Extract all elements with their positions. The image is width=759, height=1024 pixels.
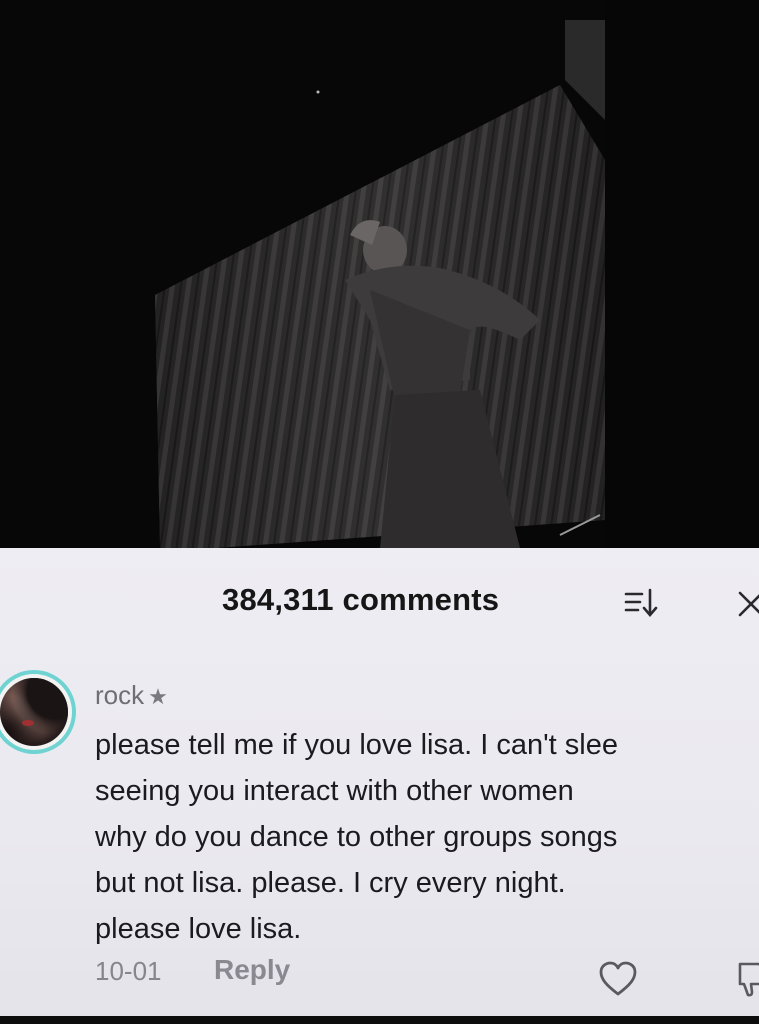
comment-line: but not lisa. please. I cry every night. [95, 867, 566, 899]
username-text: rock [95, 680, 145, 710]
comments-sheet: 384,311 comments rock ★ please tell me if… [0, 548, 759, 1024]
dislike-icon[interactable] [736, 960, 759, 998]
comment-line: please love lisa. [95, 913, 302, 945]
comment-username[interactable]: rock ★ [95, 680, 168, 711]
avatar[interactable] [0, 670, 76, 754]
video-frame [0, 0, 759, 548]
reply-button[interactable]: Reply [214, 954, 290, 986]
video-player[interactable] [0, 0, 759, 548]
sort-icon[interactable] [624, 586, 660, 620]
avatar-photo [0, 678, 68, 746]
comment-date: 10-01 [95, 956, 162, 986]
bottom-bar [0, 1016, 759, 1024]
comment-line: seeing you interact with other women [95, 775, 574, 807]
comment-text: please tell me if you love lisa. I can't… [95, 722, 759, 952]
comment-line: why do you dance to other groups songs [95, 821, 618, 853]
close-icon[interactable] [736, 586, 759, 620]
heart-icon[interactable] [598, 960, 638, 998]
comments-count: 384,311 comments [222, 582, 500, 617]
comment-line: please tell me if you love lisa. I can't… [95, 729, 618, 761]
star-icon: ★ [148, 684, 168, 709]
